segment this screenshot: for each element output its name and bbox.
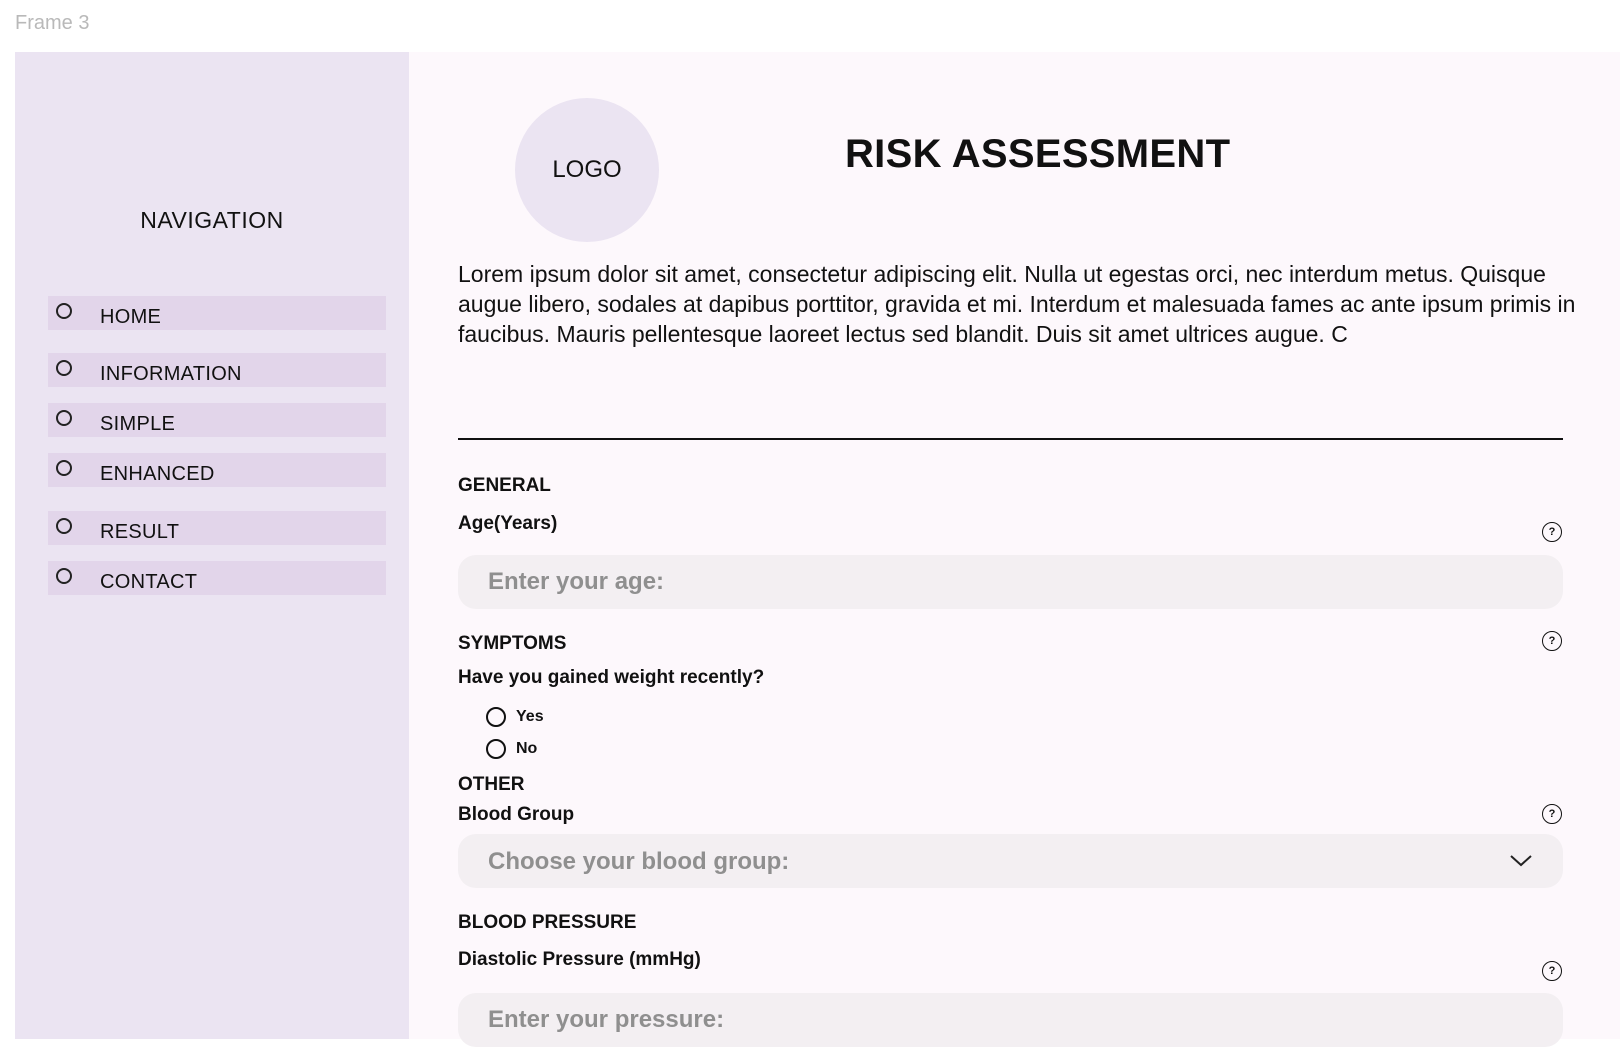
section-title-blood-pressure: BLOOD PRESSURE [458,912,637,933]
sidebar-item-enhanced[interactable]: ENHANCED [48,453,386,487]
sidebar-item-simple[interactable]: SIMPLE [48,403,386,437]
diastolic-input[interactable] [458,993,1563,1047]
section-title-general: GENERAL [458,475,551,496]
sidebar-item-contact[interactable]: CONTACT [48,561,386,595]
frame-label: Frame 3 [15,12,90,34]
radio-circle-icon [56,518,72,534]
sidebar-item-label: CONTACT [100,571,198,593]
blood-group-placeholder: Choose your blood group: [488,848,790,875]
blood-group-select[interactable]: Choose your blood group: [458,834,1563,888]
logo-text: LOGO [552,156,622,183]
sidebar: NAVIGATION HOME INFORMATION SIMPLE ENHAN… [15,52,409,1039]
radio-circle-icon [56,360,72,376]
sidebar-item-information[interactable]: INFORMATION [48,353,386,387]
help-icon[interactable]: ? [1542,804,1562,824]
sidebar-item-label: INFORMATION [100,363,242,385]
sidebar-item-home[interactable]: HOME [48,296,386,330]
divider [458,438,1563,440]
age-label: Age(Years) [458,513,558,534]
sidebar-item-label: RESULT [100,521,180,543]
sidebar-item-label: ENHANCED [100,463,215,485]
intro-paragraph: Lorem ipsum dolor sit amet, consectetur … [458,261,1576,347]
radio-label: Yes [516,708,544,725]
sidebar-item-label: HOME [100,306,162,328]
section-title-other: OTHER [458,774,525,795]
page-title: RISK ASSESSMENT [845,132,1231,176]
radio-circle-icon [56,460,72,476]
radio-circle-icon [56,568,72,584]
blood-group-label: Blood Group [458,804,575,825]
sidebar-item-result[interactable]: RESULT [48,511,386,545]
radio-circle-icon [486,739,506,759]
help-icon[interactable]: ? [1542,631,1562,651]
radio-label: No [516,740,538,757]
help-icon[interactable]: ? [1542,961,1562,981]
help-icon[interactable]: ? [1542,522,1562,542]
radio-circle-icon [486,707,506,727]
chevron-down-icon [1510,855,1532,867]
radio-circle-icon [56,410,72,426]
radio-circle-icon [56,303,72,319]
section-title-symptoms: SYMPTOMS [458,633,567,654]
navigation-title: NAVIGATION [140,207,284,233]
main-content: LOGO RISK ASSESSMENT Lorem ipsum dolor s… [409,52,1620,1047]
sidebar-item-label: SIMPLE [100,413,176,435]
logo: LOGO [515,98,659,242]
diastolic-label: Diastolic Pressure (mmHg) [458,949,701,970]
age-input[interactable] [458,555,1563,609]
weight-question: Have you gained weight recently? [458,667,765,688]
